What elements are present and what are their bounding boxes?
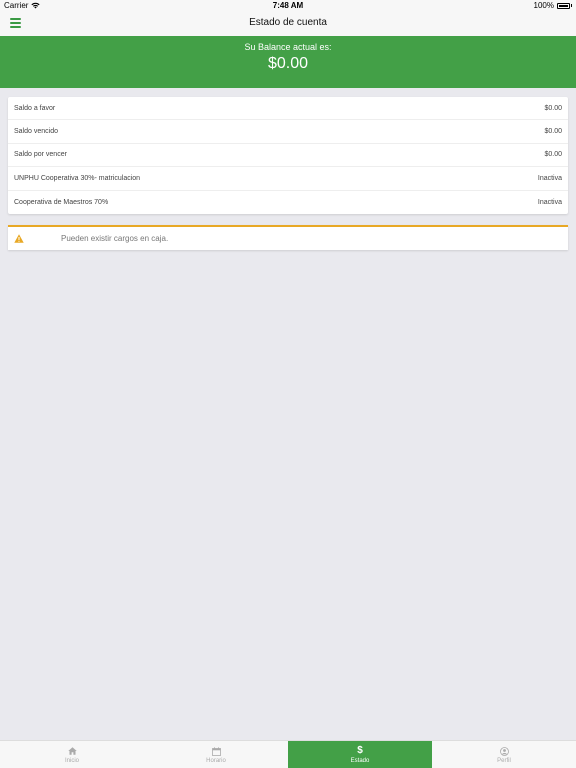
tab-inicio[interactable]: Inicio bbox=[0, 741, 144, 768]
calendar-icon bbox=[211, 746, 221, 756]
row-value: Inactiva bbox=[537, 198, 562, 206]
row-value: $0.00 bbox=[544, 104, 562, 112]
page-title: Estado de cuenta bbox=[249, 17, 327, 28]
navigation-bar: Estado de cuenta bbox=[0, 12, 576, 36]
alert-text: Pueden existir cargos en caja. bbox=[61, 234, 169, 243]
tab-label: Horario bbox=[206, 758, 226, 764]
row-value: $0.00 bbox=[544, 151, 562, 159]
account-row-saldo-a-favor: Saldo a favor $0.00 bbox=[8, 97, 568, 121]
dollar-icon: $ bbox=[357, 745, 363, 756]
tab-label: Estado bbox=[350, 758, 370, 764]
tab-perfil[interactable]: Perfil bbox=[432, 741, 576, 768]
tab-horario[interactable]: Horario bbox=[144, 741, 288, 768]
row-value: Inactiva bbox=[537, 174, 562, 182]
row-label: UNPHU Cooperativa 30%- matriculacion bbox=[14, 174, 141, 182]
warning-alert: Pueden existir cargos en caja. bbox=[8, 225, 568, 250]
battery-percent: 100% bbox=[533, 1, 554, 10]
row-label: Saldo a favor bbox=[14, 104, 56, 112]
status-bar: Carrier 7:48 AM 100% bbox=[0, 0, 576, 12]
tab-label: Perfil bbox=[497, 758, 511, 764]
row-value: $0.00 bbox=[544, 128, 562, 136]
warning-icon bbox=[14, 234, 24, 243]
balance-banner: Su Balance actual es: $0.00 bbox=[0, 36, 576, 88]
balance-amount: $0.00 bbox=[267, 55, 309, 72]
profile-icon bbox=[499, 746, 509, 756]
tab-label: Inicio bbox=[64, 758, 79, 764]
battery-icon bbox=[557, 2, 570, 9]
row-label: Saldo vencido bbox=[14, 128, 58, 136]
tab-estado[interactable]: $ Estado bbox=[288, 741, 432, 768]
battery-info: 100% bbox=[534, 1, 572, 10]
balance-label: Su Balance actual es: bbox=[244, 42, 332, 52]
status-time: 7:48 AM bbox=[272, 1, 304, 10]
account-row-unphu-cooperativa: UNPHU Cooperativa 30%- matriculacion Ina… bbox=[8, 167, 568, 191]
battery-tip bbox=[571, 4, 572, 7]
account-row-saldo-por-vencer: Saldo por vencer $0.00 bbox=[8, 144, 568, 168]
row-label: Cooperativa de Maestros 70% bbox=[14, 198, 109, 206]
row-label: Saldo por vencer bbox=[14, 151, 67, 159]
tab-bar: Inicio Horario $ Estado Perfil bbox=[0, 740, 576, 768]
account-summary-card: Saldo a favor $0.00 Saldo vencido $0.00 … bbox=[8, 97, 568, 214]
home-icon bbox=[67, 747, 77, 755]
account-row-saldo-vencido: Saldo vencido $0.00 bbox=[8, 120, 568, 144]
account-row-cooperativa-maestros: Cooperativa de Maestros 70% Inactiva bbox=[8, 191, 568, 214]
